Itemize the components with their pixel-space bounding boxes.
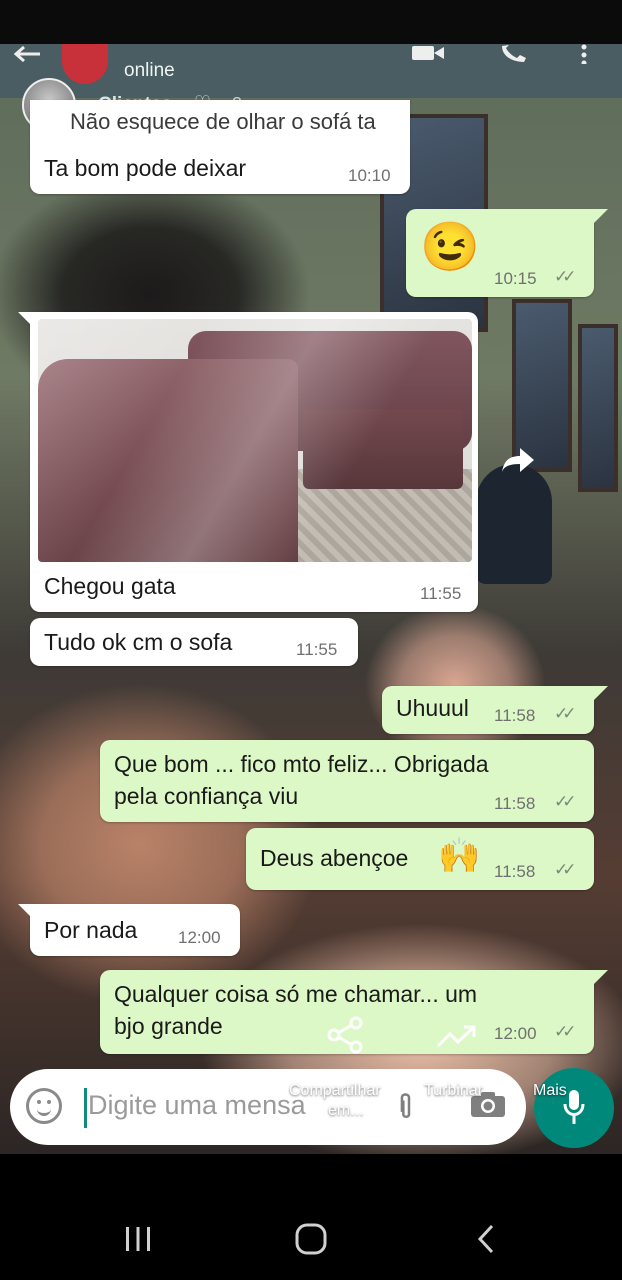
- message-text: Tudo ok cm o sofa: [44, 629, 233, 655]
- status-bar: [0, 0, 622, 44]
- child-cap: [476, 464, 552, 584]
- wall-frame: [578, 324, 618, 492]
- message-text: Ta bom pode deixar: [44, 155, 247, 181]
- message-bubble-outgoing[interactable]: Deus abençoe 🙌 11:58 ✓✓: [246, 828, 594, 890]
- message-bubble-outgoing[interactable]: 😉 10:15 ✓✓: [406, 209, 594, 297]
- double-check-icon: ✓✓: [554, 704, 576, 723]
- more-vert-icon[interactable]: [578, 44, 590, 70]
- raising-hands-emoji: 🙌: [438, 837, 481, 875]
- message-time: 12:00: [494, 1024, 537, 1043]
- bubble-tail: [594, 970, 608, 984]
- home-icon[interactable]: [294, 1222, 328, 1261]
- message-time: 11:55: [420, 584, 462, 603]
- message-text-line2: pela confiança viu: [114, 783, 299, 809]
- message-time: 10:10: [348, 166, 391, 185]
- message-text-line2: bjo grande: [114, 1013, 223, 1039]
- message-bubble-outgoing[interactable]: Que bom ... fico mto feliz... Obrigada p…: [100, 740, 594, 822]
- message-time: 10:15: [494, 269, 537, 288]
- plastic-wrap: [38, 319, 472, 562]
- double-check-icon: ✓✓: [554, 1022, 576, 1041]
- contact-status: online: [124, 60, 175, 81]
- bubble-tail: [18, 312, 32, 326]
- navigation-bar: [0, 1154, 622, 1280]
- sofa-photo[interactable]: [38, 319, 472, 562]
- message-bubble-incoming[interactable]: Por nada 12:00: [30, 904, 240, 956]
- message-text: Por nada: [44, 917, 138, 943]
- emoji-icon[interactable]: [26, 1088, 62, 1124]
- recent-apps-icon[interactable]: [124, 1226, 152, 1257]
- message-bubble-outgoing[interactable]: Uhuuul 11:58 ✓✓: [382, 686, 594, 734]
- share-label-line2: em...: [328, 1102, 364, 1119]
- phone-icon[interactable]: [498, 44, 530, 70]
- wink-emoji: 😉: [420, 221, 480, 274]
- message-text: Não esquece de olhar o sofá ta: [70, 109, 376, 134]
- share-label[interactable]: Compartilhar: [289, 1082, 381, 1100]
- double-check-icon: ✓✓: [554, 267, 576, 286]
- message-time: 12:00: [178, 928, 221, 947]
- message-bubble-incoming[interactable]: Tudo ok cm o sofa 11:55: [30, 618, 358, 666]
- bubble-tail: [594, 209, 608, 223]
- message-text: Uhuuul: [396, 695, 469, 721]
- double-check-icon: ✓✓: [554, 860, 576, 879]
- message-time: 11:58: [494, 794, 536, 813]
- more-label[interactable]: Mais: [533, 1082, 567, 1100]
- trending-icon[interactable]: [436, 1024, 478, 1053]
- screen: online Clientes ♡ 8 sem Não esquece de o…: [0, 0, 622, 1280]
- share-icon[interactable]: [326, 1016, 364, 1059]
- boost-label[interactable]: Turbinar: [424, 1082, 483, 1100]
- message-time: 11:58: [494, 862, 536, 881]
- text-cursor: [84, 1088, 87, 1128]
- message-time: 11:58: [494, 706, 536, 725]
- message-time: 11:55: [296, 640, 338, 659]
- video-call-icon[interactable]: [410, 44, 446, 68]
- message-text: Que bom ... fico mto feliz... Obrigada: [114, 751, 489, 777]
- bubble-tail: [594, 686, 608, 700]
- bubble-tail: [18, 904, 32, 918]
- double-check-icon: ✓✓: [554, 792, 576, 811]
- back-nav-icon[interactable]: [476, 1224, 496, 1259]
- forward-icon[interactable]: [500, 446, 540, 476]
- message-bubble-incoming[interactable]: Não esquece de olhar o sofá ta Ta bom po…: [30, 100, 410, 194]
- back-arrow-icon[interactable]: [12, 44, 42, 70]
- message-text: Qualquer coisa só me chamar... um: [114, 981, 478, 1007]
- message-text: Deus abençoe: [260, 845, 409, 871]
- message-text: Chegou gata: [44, 573, 176, 599]
